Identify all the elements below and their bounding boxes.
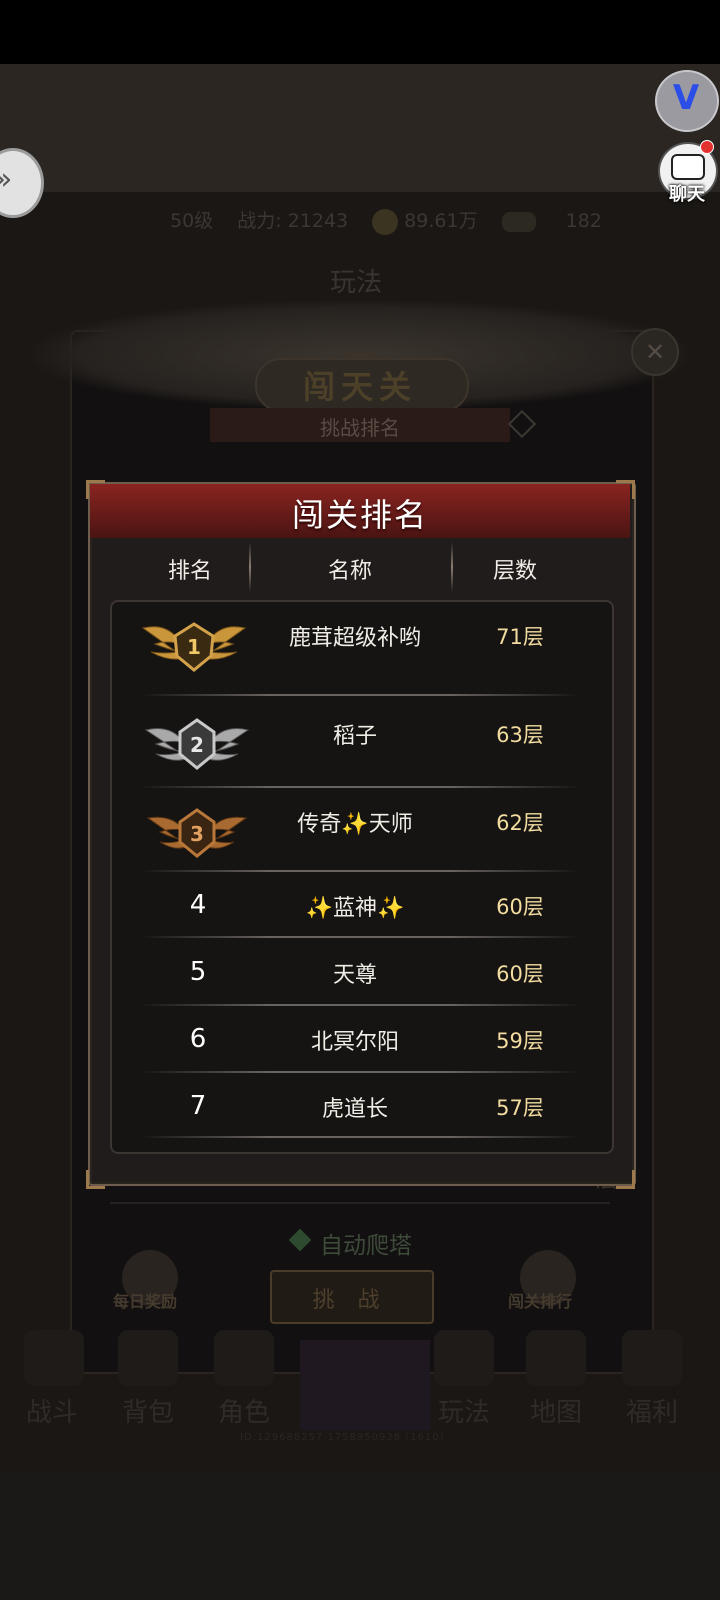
medal-rank-number: 3	[190, 822, 204, 846]
column-divider	[249, 542, 251, 592]
silver-medal-icon: 2	[144, 718, 250, 770]
modal-title: 闯关排名	[291, 496, 428, 534]
map-icon[interactable]	[526, 1330, 586, 1386]
chat-bubble-icon	[671, 154, 705, 180]
player-floor: 57层	[496, 1096, 544, 1120]
center-nav-ornament	[300, 1340, 430, 1430]
corner-ornament	[616, 480, 635, 499]
section-title: 玩法	[330, 268, 383, 298]
gem-amount: 182	[565, 210, 602, 232]
status-bar	[0, 0, 720, 64]
player-floor: 60层	[496, 962, 544, 986]
sparkle-icon: ✨	[377, 896, 405, 921]
column-header-rank: 排名	[167, 559, 212, 584]
player-floor: 71层	[496, 625, 544, 649]
nav-item-battle[interactable]: 战斗	[26, 1392, 78, 1429]
auto-climb-label: 自动爬塔	[320, 1233, 412, 1259]
row-divider	[140, 786, 580, 788]
column-header-floor: 层数	[492, 559, 537, 584]
gold-amount: 89.61万	[404, 210, 478, 232]
rank-number: 6	[189, 1024, 207, 1054]
medal-rank-number: 1	[187, 635, 201, 659]
rank-number: 7	[189, 1091, 207, 1121]
build-info: ID:129688257 1758950938 (1610)	[240, 1432, 445, 1443]
panel-title: 闯天关	[302, 368, 417, 406]
nav-item-welfare[interactable]: 福利	[626, 1392, 678, 1429]
player-floor: 63层	[496, 723, 544, 747]
sparkle-icon: ✨	[341, 812, 369, 837]
navigation-bar-area	[0, 1470, 720, 1600]
player-floor: 60层	[496, 895, 544, 919]
nav-item-character[interactable]: 角色	[218, 1392, 270, 1429]
bag-icon[interactable]	[118, 1330, 178, 1386]
chat-label[interactable]: 聊天	[660, 180, 714, 206]
rank-number: 5	[189, 957, 207, 987]
medal-rank-number: 2	[190, 733, 204, 757]
top-banner-background	[0, 64, 720, 192]
column-divider	[451, 542, 453, 592]
gold-medal-icon: 1	[141, 622, 247, 672]
player-name: 虎道长	[321, 1097, 388, 1122]
corner-ornament	[86, 480, 105, 499]
hud-stats: 50级 战力: 21243 89.61万 182	[170, 206, 620, 235]
divider	[110, 1202, 610, 1204]
character-icon[interactable]	[214, 1330, 274, 1386]
player-name: 北冥尔阳	[310, 1030, 399, 1055]
nav-item-gameplay[interactable]: 玩法	[438, 1392, 490, 1429]
row-divider	[140, 1136, 580, 1138]
rank-number: 4	[189, 890, 207, 920]
ranking-button[interactable]: 闯关排行	[508, 1288, 572, 1312]
row-divider	[140, 694, 580, 696]
row-divider	[140, 1004, 580, 1006]
player-level: 50级	[170, 210, 214, 232]
bottom-navigation: 战斗 背包 角色 玩法 地图 福利	[0, 1330, 720, 1440]
battle-icon[interactable]	[24, 1330, 84, 1386]
corner-ornament	[616, 1170, 635, 1189]
sparkle-icon: ✨	[305, 896, 333, 921]
daily-reward-button[interactable]: 每日奖励	[113, 1288, 177, 1312]
nav-item-map[interactable]: 地图	[530, 1392, 582, 1429]
double-chevron-right-icon: »	[0, 160, 24, 200]
player-floor: 62层	[496, 811, 544, 835]
close-icon[interactable]: ✕	[631, 328, 679, 376]
v-logo-icon: V	[672, 78, 700, 118]
gameplay-icon[interactable]	[434, 1330, 494, 1386]
corner-ornament	[86, 1170, 105, 1189]
row-divider	[140, 936, 580, 938]
nav-item-bag[interactable]: 背包	[122, 1392, 174, 1429]
notification-dot	[700, 140, 714, 154]
player-name: 传奇✨天师	[297, 812, 413, 837]
column-header-name: 名称	[327, 559, 372, 584]
player-name: 鹿茸超级补哟	[288, 626, 421, 651]
row-divider	[140, 1071, 580, 1073]
ingot-icon	[501, 211, 536, 232]
player-floor: 59层	[496, 1029, 544, 1053]
welfare-icon[interactable]	[622, 1330, 682, 1386]
auto-climb-toggle[interactable]: 自动爬塔	[290, 1226, 412, 1260]
row-divider	[140, 870, 580, 872]
player-name: 稻子	[332, 724, 377, 749]
player-power: 战力: 21243	[237, 210, 349, 232]
player-name: 天尊	[332, 963, 377, 988]
challenge-button-label: 挑 战	[312, 1288, 388, 1313]
bronze-medal-icon: 3	[146, 808, 248, 858]
panel-subtitle: 挑战排名	[320, 416, 400, 440]
gold-coin-icon	[372, 208, 399, 235]
player-name: ✨蓝神✨	[305, 896, 405, 921]
